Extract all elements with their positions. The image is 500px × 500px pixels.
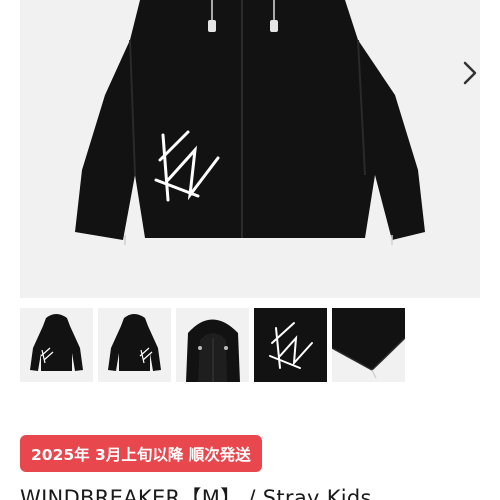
hem-closeup-icon bbox=[332, 308, 405, 379]
thumbnail-hem[interactable] bbox=[332, 308, 405, 382]
thumbnail-back[interactable] bbox=[98, 308, 171, 382]
logo-closeup-icon bbox=[254, 308, 327, 382]
product-title: WINDBREAKER【M】 / Stray Kids bbox=[20, 486, 372, 500]
thumbnail-hood[interactable] bbox=[176, 308, 249, 382]
jacket-back-icon bbox=[108, 314, 161, 371]
thumbnail-front[interactable] bbox=[20, 308, 93, 382]
jacket-image bbox=[75, 0, 425, 245]
chevron-right-icon bbox=[463, 61, 477, 85]
next-image-button[interactable] bbox=[456, 58, 480, 88]
thumbnail-logo[interactable] bbox=[254, 308, 327, 382]
hood-closeup-icon bbox=[186, 319, 240, 382]
jacket-front-icon bbox=[30, 314, 83, 371]
thumbnail-strip bbox=[20, 308, 405, 382]
product-main-image[interactable] bbox=[20, 0, 480, 298]
shipping-badge: 2025年 3月上旬以降 順次発送 bbox=[20, 435, 262, 472]
